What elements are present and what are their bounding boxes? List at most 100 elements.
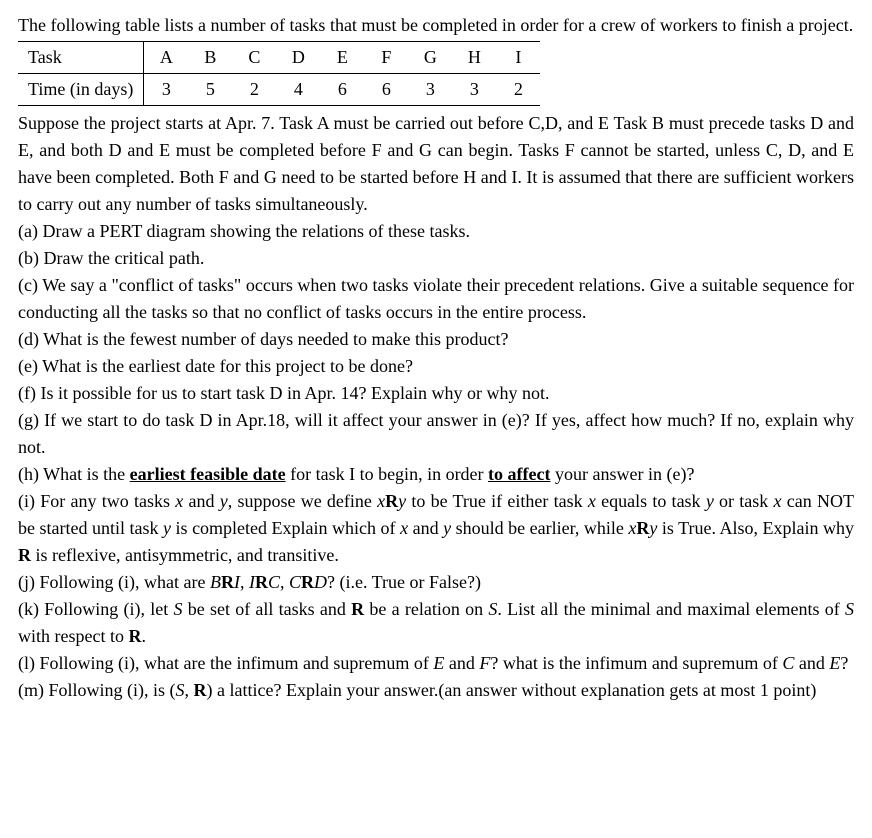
var-y: y [398,491,406,511]
var-d: D [314,572,327,592]
var-y: y [706,491,714,511]
qi-text: to be True if either task [406,491,588,511]
set-s: S [488,599,497,619]
question-a: (a) Draw a PERT diagram showing the rela… [18,218,854,245]
col-f: F [364,42,408,74]
qh-text: for task I to begin, in order [286,464,488,484]
time-b: 5 [188,74,232,106]
qi-text: (i) For any two tasks [18,491,175,511]
var-b: B [210,572,221,592]
qj-text: , [240,572,249,592]
col-g: G [408,42,452,74]
question-j: (j) Following (i), what are BRI, IRC, CR… [18,569,854,596]
intro-text-1: The following table lists a number of ta… [18,12,854,39]
qm-text: ) a lattice? Explain your answer.(an ans… [207,680,817,700]
qi-text: and [183,491,219,511]
qm-text: , [185,680,194,700]
rel-r: R [194,680,207,700]
qh-underline-1: earliest feasible date [130,464,286,484]
qk-text: with respect to [18,626,128,646]
set-s: S [845,599,854,619]
var-e: E [829,653,840,673]
var-f: F [479,653,490,673]
time-g: 3 [408,74,452,106]
var-y: y [220,491,228,511]
table-row: Time (in days) 3 5 2 4 6 6 3 3 2 [18,74,540,106]
rel-r: R [636,518,649,538]
question-f: (f) Is it possible for us to start task … [18,380,854,407]
rel-r: R [385,491,398,511]
task-table: Task A B C D E F G H I Time (in days) 3 … [18,41,540,106]
question-c: (c) We say a "conflict of tasks" occurs … [18,272,854,326]
col-h: H [452,42,496,74]
qk-text: (k) Following (i), let [18,599,173,619]
question-h: (h) What is the earliest feasible date f… [18,461,854,488]
qk-text: . List all the minimal and maximal eleme… [497,599,845,619]
qm-text: (m) Following (i), is ( [18,680,176,700]
qk-text: be a relation on [364,599,488,619]
col-e: E [320,42,364,74]
time-c: 2 [232,74,276,106]
rel-r: R [255,572,268,592]
time-f: 6 [364,74,408,106]
var-e: E [433,653,444,673]
qi-text: is reflexive, antisymmetric, and transit… [31,545,339,565]
qi-text: is completed Explain which of [171,518,400,538]
var-y: y [443,518,451,538]
qh-text: your answer in (e)? [551,464,695,484]
rel-r: R [221,572,234,592]
question-g: (g) If we start to do task D in Apr.18, … [18,407,854,461]
var-c: C [268,572,280,592]
question-e: (e) What is the earliest date for this p… [18,353,854,380]
ql-text: (l) Following (i), what are the infimum … [18,653,433,673]
col-b: B [188,42,232,74]
col-d: D [276,42,320,74]
ql-text: ? [840,653,848,673]
ql-text: and [794,653,829,673]
question-m: (m) Following (i), is (S, R) a lattice? … [18,677,854,704]
var-x: x [588,491,596,511]
qj-text: , [280,572,289,592]
qh-text: (h) What is the [18,464,130,484]
qi-text: is True. Also, Explain why [657,518,854,538]
col-c: C [232,42,276,74]
qk-text: be set of all tasks and [182,599,351,619]
col-a: A [144,42,189,74]
col-i: I [496,42,540,74]
ql-text: and [444,653,479,673]
qj-text: (j) Following (i), what are [18,572,210,592]
var-x: x [774,491,782,511]
task-label: Task [18,42,144,74]
rel-r: R [301,572,314,592]
table-row: Task A B C D E F G H I [18,42,540,74]
qi-text: , suppose we define [228,491,377,511]
ql-text: ? what is the infimum and supremum of [490,653,782,673]
qh-underline-2: to affect [488,464,550,484]
question-b: (b) Draw the critical path. [18,245,854,272]
qk-text: . [141,626,146,646]
var-c: C [289,572,301,592]
question-l: (l) Following (i), what are the infimum … [18,650,854,677]
rel-r: R [18,545,31,565]
time-label: Time (in days) [18,74,144,106]
qi-text: equals to task [596,491,706,511]
time-h: 3 [452,74,496,106]
var-x: x [400,518,408,538]
time-e: 6 [320,74,364,106]
var-y: y [163,518,171,538]
question-k: (k) Following (i), let S be set of all t… [18,596,854,650]
rel-r: R [351,599,364,619]
set-s: S [176,680,185,700]
var-x: x [377,491,385,511]
rel-r: R [128,626,141,646]
intro-text-2: Suppose the project starts at Apr. 7. Ta… [18,110,854,218]
question-i: (i) For any two tasks x and y, suppose w… [18,488,854,569]
qj-text: ? (i.e. True or False?) [327,572,481,592]
time-d: 4 [276,74,320,106]
question-d: (d) What is the fewest number of days ne… [18,326,854,353]
qi-text: or task [714,491,774,511]
time-i: 2 [496,74,540,106]
time-a: 3 [144,74,189,106]
qi-text: should be earlier, while [451,518,628,538]
qi-text: and [408,518,443,538]
